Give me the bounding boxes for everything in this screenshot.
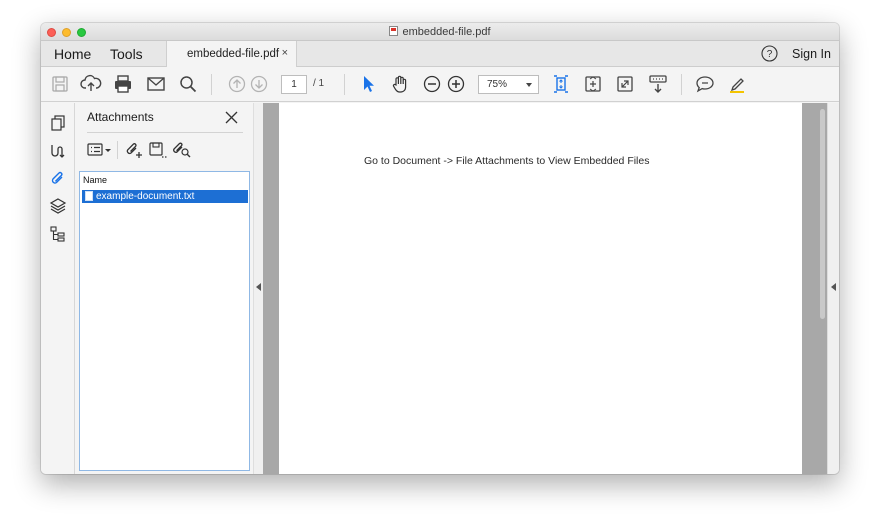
signature-icon[interactable] <box>49 142 67 160</box>
collapse-left-arrow-icon <box>256 283 261 291</box>
page-total-label: / 1 <box>313 78 325 89</box>
attachments-panel-title: Attachments <box>87 110 154 124</box>
close-icon[interactable] <box>225 111 238 124</box>
file-icon <box>85 191 93 201</box>
attachment-file-name: example-document.txt <box>96 191 195 202</box>
document-tab[interactable]: embedded-file.pdf × <box>166 41 297 67</box>
zoom-in-icon[interactable] <box>445 73 467 95</box>
panel-toolbar-separator <box>117 141 118 159</box>
full-screen-icon[interactable] <box>614 73 636 95</box>
next-page-icon[interactable] <box>248 73 270 95</box>
toolbar-separator <box>681 74 682 95</box>
mail-icon[interactable] <box>145 73 167 95</box>
keyboard-scroll-icon[interactable] <box>647 73 669 95</box>
pdf-file-icon <box>389 26 399 36</box>
save-icon[interactable] <box>49 73 71 95</box>
panel-divider <box>87 132 243 133</box>
document-tab-label: embedded-file.pdf <box>187 48 280 60</box>
toolbar-separator <box>344 74 345 95</box>
attachment-icon[interactable] <box>49 169 67 187</box>
previous-page-icon[interactable] <box>226 73 248 95</box>
list-item[interactable]: example-document.txt <box>82 190 248 203</box>
chevron-down-icon <box>526 83 532 87</box>
add-attachment-icon[interactable] <box>124 141 144 159</box>
options-menu-icon[interactable] <box>87 141 113 159</box>
svg-text:?: ? <box>767 49 773 60</box>
zoom-out-icon[interactable] <box>421 73 443 95</box>
layers-icon[interactable] <box>49 197 67 215</box>
main-toolbar: 1 / 1 75% <box>41 67 839 102</box>
name-column-header[interactable]: Name <box>83 175 107 185</box>
zoom-value: 75% <box>487 79 508 90</box>
tags-icon[interactable] <box>49 225 67 243</box>
left-panel-collapse-handle[interactable] <box>253 103 263 474</box>
pdf-page[interactable]: Go to Document -> File Attachments to Vi… <box>279 103 802 474</box>
search-icon[interactable] <box>177 73 199 95</box>
zoom-select[interactable]: 75% <box>478 75 539 94</box>
select-cursor-icon[interactable] <box>357 73 379 95</box>
menu-bar: Home Tools embedded-file.pdf × ? Sign In <box>41 41 839 67</box>
print-icon[interactable] <box>112 73 134 95</box>
document-tab-close-button[interactable]: × <box>282 47 288 59</box>
tools-tab[interactable]: Tools <box>110 46 143 62</box>
vertical-scrollbar[interactable] <box>820 109 825 319</box>
right-panel-expand-handle[interactable] <box>827 103 839 474</box>
cloud-upload-icon[interactable] <box>80 73 102 95</box>
save-attachment-icon[interactable] <box>148 141 168 159</box>
pages-icon[interactable] <box>49 114 67 132</box>
fit-page-icon[interactable] <box>550 73 572 95</box>
navigation-rail <box>41 103 75 474</box>
attachments-list[interactable]: Name example-document.txt <box>79 171 250 471</box>
toolbar-separator <box>211 74 212 95</box>
sign-in-link[interactable]: Sign In <box>792 47 831 61</box>
comment-icon[interactable] <box>694 73 716 95</box>
window-title: embedded-file.pdf <box>402 26 491 38</box>
page-text: Go to Document -> File Attachments to Vi… <box>364 155 650 167</box>
rotate-view-icon[interactable] <box>582 73 604 95</box>
search-attachment-icon[interactable] <box>172 141 192 159</box>
highlight-pen-icon[interactable] <box>726 73 748 95</box>
attachments-panel: Attachments Name example-document.txt <box>75 103 253 474</box>
hand-tool-icon[interactable] <box>389 73 411 95</box>
title-bar: embedded-file.pdf <box>41 23 839 41</box>
help-icon[interactable]: ? <box>761 45 778 62</box>
page-number-input[interactable]: 1 <box>281 75 307 94</box>
home-tab[interactable]: Home <box>54 46 91 62</box>
app-window: embedded-file.pdf Home Tools embedded-fi… <box>41 23 839 474</box>
window-title-wrap: embedded-file.pdf <box>41 26 839 38</box>
document-canvas: Go to Document -> File Attachments to Vi… <box>263 103 832 474</box>
expand-right-arrow-icon <box>831 283 836 291</box>
